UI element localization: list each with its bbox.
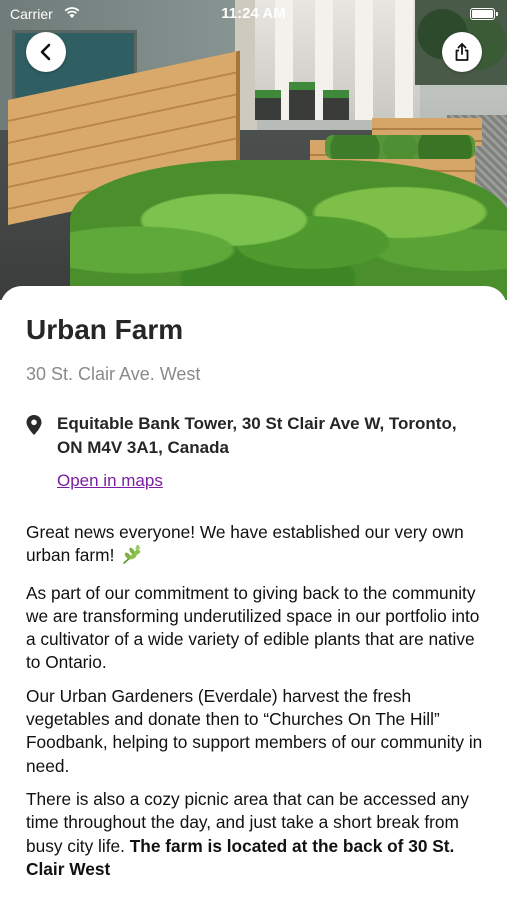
greens-far [325,135,475,159]
detail-sheet: Urban Farm 30 St. Clair Ave. West Equita… [0,286,507,900]
share-button[interactable] [442,32,482,72]
description-paragraph-2: As part of our commitment to giving back… [26,582,480,673]
herb-leaf-icon [121,545,143,571]
description-paragraph-1: Great news everyone! We have established… [26,522,464,566]
location-pin-icon [26,415,42,435]
description-paragraph-4: There is also a cozy picnic area that ca… [26,788,486,881]
address-text: Equitable Bank Tower, 30 St Clair Ave W,… [57,414,457,457]
lettuce-foreground [70,160,507,300]
page-subtitle: 30 St. Clair Ave. West [26,364,201,384]
planters [255,70,375,120]
battery-icon [470,8,498,20]
status-time: 11:24 AM [221,5,286,22]
open-in-maps-link[interactable]: Open in maps [57,471,163,491]
description-paragraph: Great news everyone! We have established… [26,521,486,572]
description: Great news everyone! We have established… [26,521,486,891]
status-bar: Carrier 11:24 AM [0,0,507,28]
description-paragraph-3: Our Urban Gardeners (Everdale) harvest t… [26,685,483,776]
hero-image [0,0,507,300]
page-title: Urban Farm [26,314,184,345]
chevron-left-icon [40,43,51,61]
share-icon [455,43,469,61]
back-button[interactable] [26,32,66,72]
